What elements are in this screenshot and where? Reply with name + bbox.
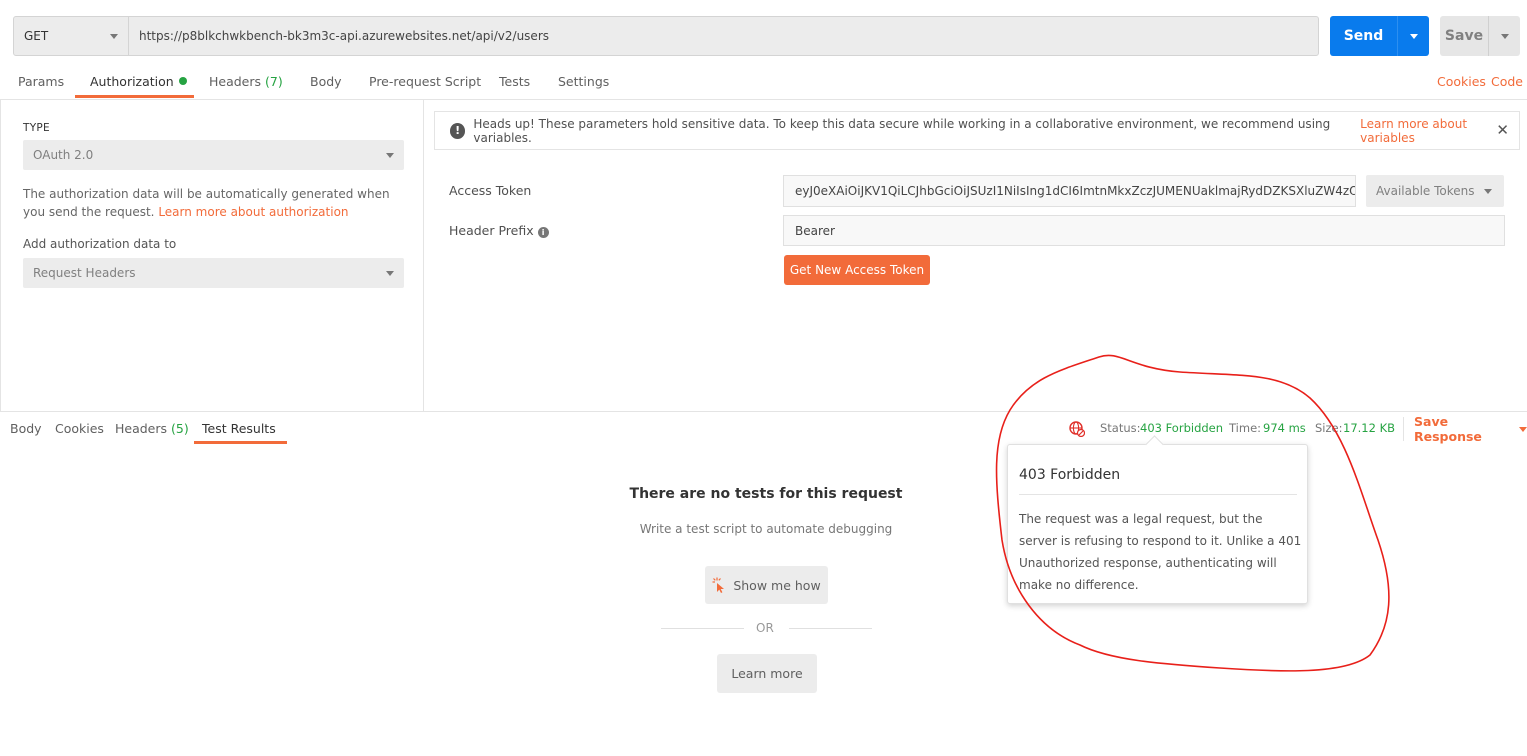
auth-description: The authorization data will be automatic…: [23, 185, 403, 221]
tab-prerequest-script[interactable]: Pre-request Script: [369, 74, 481, 89]
tab-settings[interactable]: Settings: [558, 74, 609, 89]
add-to-value: Request Headers: [33, 266, 136, 280]
header-prefix-input[interactable]: Bearer: [783, 215, 1505, 246]
show-me-how-button[interactable]: Show me how: [705, 566, 828, 604]
alert-icon: !: [450, 122, 466, 139]
no-tests-subtitle: Write a test script to automate debuggin…: [639, 522, 893, 536]
add-to-select[interactable]: Request Headers: [23, 258, 404, 288]
globe-error-icon[interactable]: [1069, 421, 1085, 437]
chevron-down-icon: [1500, 33, 1509, 39]
time-value[interactable]: 974 ms: [1263, 421, 1306, 435]
tooltip-separator: [1019, 494, 1297, 495]
type-label: TYPE: [23, 122, 50, 134]
tab-tests[interactable]: Tests: [499, 74, 530, 89]
status-dot-icon: [178, 77, 187, 85]
learn-variables-link[interactable]: Learn more about variables: [1360, 117, 1519, 145]
pointer-click-icon: [712, 577, 725, 593]
request-tabs: Params Authorization Headers (7) Body Pr…: [0, 66, 1527, 100]
auth-type-select[interactable]: OAuth 2.0: [23, 140, 404, 170]
header-prefix-label: Header Prefix: [449, 223, 534, 238]
access-token-label: Access Token: [449, 183, 532, 198]
auth-type-panel: TYPE OAuth 2.0 The authorization data wi…: [0, 100, 424, 412]
get-new-access-token-button[interactable]: Get New Access Token: [784, 255, 930, 285]
or-divider-right: [789, 628, 872, 629]
send-label: Send: [1330, 16, 1398, 56]
add-to-label: Add authorization data to: [23, 237, 177, 251]
tooltip-body: The request was a legal request, but the…: [1019, 512, 1302, 592]
code-link[interactable]: Code: [1491, 74, 1523, 89]
chevron-down-icon: [110, 33, 118, 39]
available-tokens-label: Available Tokens: [1376, 184, 1475, 198]
request-bar: GET https://p8blkchwkbench-bk3m3c-api.az…: [13, 16, 1319, 56]
tab-body[interactable]: Body: [310, 74, 342, 89]
size-value[interactable]: 17.12 KB: [1343, 421, 1395, 435]
status-label: Status:: [1100, 421, 1141, 435]
info-icon[interactable]: i: [537, 227, 549, 238]
chevron-down-icon: [1519, 426, 1527, 432]
method-value: GET: [24, 29, 49, 43]
chevron-down-icon: [386, 270, 394, 276]
no-tests-title: There are no tests for this request: [629, 486, 903, 502]
response-tab-test-results[interactable]: Test Results: [202, 421, 276, 436]
save-label: Save: [1440, 16, 1489, 56]
tooltip-title: 403 Forbidden: [1019, 467, 1121, 483]
chevron-down-icon: [386, 152, 394, 158]
response-tab-cookies[interactable]: Cookies: [55, 421, 104, 436]
url-input[interactable]: https://p8blkchwkbench-bk3m3c-api.azurew…: [129, 17, 1318, 55]
chevron-down-icon: [1409, 33, 1418, 39]
status-tooltip: 403 Forbidden The request was a legal re…: [1007, 444, 1308, 604]
access-token-input[interactable]: eyJ0eXAiOiJKV1QiLCJhbGciOiJSUzI1NiIsIng1…: [783, 175, 1356, 207]
available-tokens-select[interactable]: Available Tokens: [1366, 175, 1504, 207]
or-text: OR: [756, 621, 774, 635]
send-options-dropdown[interactable]: [1398, 16, 1429, 56]
headers-count: (7): [265, 74, 283, 89]
header-prefix-label-wrap: Header Prefix i: [449, 223, 549, 238]
response-tab-body[interactable]: Body: [10, 421, 42, 436]
notice-text: Heads up! These parameters hold sensitiv…: [473, 116, 1331, 145]
tab-authorization[interactable]: Authorization: [90, 74, 187, 89]
save-options-dropdown[interactable]: [1489, 16, 1520, 56]
active-tab-indicator: [75, 95, 194, 98]
response-headers-label: Headers: [115, 421, 168, 436]
send-button[interactable]: Send: [1330, 16, 1429, 56]
close-icon[interactable]: ✕: [1496, 121, 1509, 139]
save-button[interactable]: Save: [1440, 16, 1520, 56]
show-me-how-label: Show me how: [733, 577, 821, 593]
method-select[interactable]: GET: [14, 17, 129, 55]
chevron-down-icon: [1484, 188, 1492, 194]
status-value[interactable]: 403 Forbidden: [1140, 421, 1223, 435]
response-divider: [0, 411, 1527, 412]
save-response-button[interactable]: Save Response: [1403, 414, 1527, 444]
sensitive-data-notice: ! Heads up! These parameters hold sensit…: [434, 111, 1520, 150]
size-label: Size:: [1315, 421, 1343, 435]
save-response-label: Save Response: [1414, 414, 1482, 444]
cookies-link[interactable]: Cookies: [1437, 74, 1486, 89]
time-label: Time:: [1229, 421, 1262, 435]
learn-auth-link[interactable]: Learn more about authorization: [158, 205, 348, 219]
or-divider-left: [661, 628, 744, 629]
tab-headers-label: Headers: [209, 74, 262, 89]
response-tab-headers[interactable]: Headers (5): [115, 421, 189, 436]
learn-more-button[interactable]: Learn more: [717, 654, 817, 693]
tab-headers[interactable]: Headers (7): [209, 74, 283, 89]
active-response-tab-indicator: [194, 441, 287, 444]
tab-params[interactable]: Params: [18, 74, 64, 89]
auth-type-value: OAuth 2.0: [33, 148, 94, 162]
tab-authorization-label: Authorization: [90, 74, 174, 89]
response-headers-count: (5): [171, 421, 189, 436]
